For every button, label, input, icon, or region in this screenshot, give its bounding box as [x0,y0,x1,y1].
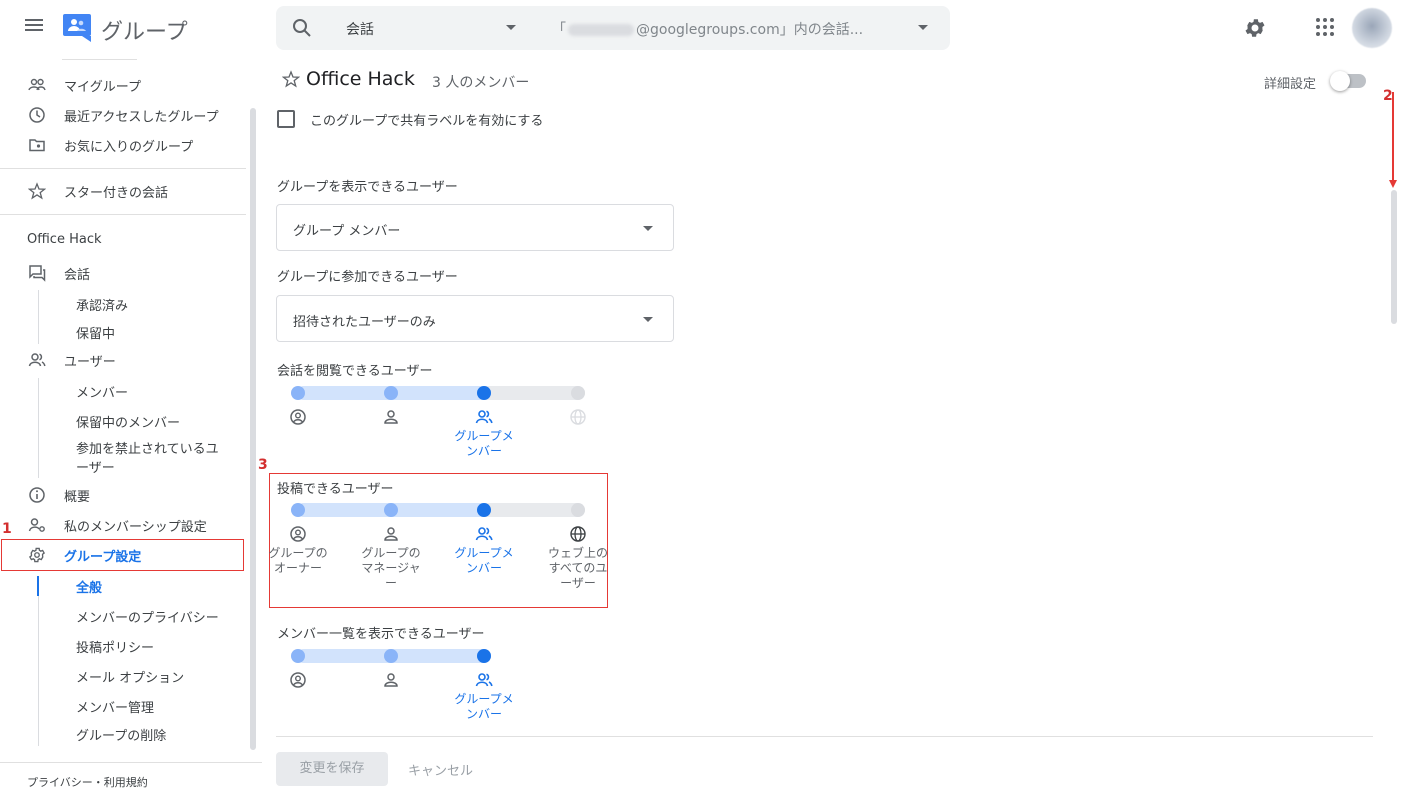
tree-line [38,290,39,344]
sidebar-divider [0,214,246,215]
who-can-join-select[interactable]: 招待されたユーザーのみ [276,295,674,342]
settings-gear-icon[interactable] [1243,16,1267,40]
option-label-web: ウェブ上のすべてのユーザー [548,546,609,590]
apps-grid-icon[interactable] [1316,18,1336,38]
manager-icon [384,673,398,687]
sidebar-subitem-member-privacy[interactable]: メンバーのプライバシー [76,607,219,626]
search-input[interactable]: 「@googlegroups.com」内の会話... [552,19,863,39]
select-value: 招待されたユーザーのみ [293,315,436,330]
member-count: 3 人のメンバー [432,75,530,91]
sidebar-item-label: 会話 [64,267,91,283]
advanced-settings-toggle[interactable] [1330,71,1366,91]
option-label-manager: グループのマネージャー [361,546,421,590]
sidebar-item-my-groups[interactable]: マイグループ [0,70,246,100]
search-bar[interactable]: 会話 「@googlegroups.com」内の会話... [276,6,950,50]
view-conversations-label: 会話を閲覧できるユーザー [277,364,433,379]
sidebar-divider [0,168,246,169]
sidebar-item-conversations[interactable]: 会話 [0,258,246,288]
option-label-owner: グループのオーナー [268,546,328,575]
slider-stop-manager[interactable] [384,503,398,517]
search-options-dropdown-icon[interactable] [918,25,928,30]
redacted-address [568,24,634,36]
privacy-terms-link[interactable]: プライバシー・利用規約 [27,774,148,790]
main-menu-icon[interactable] [22,16,46,40]
who-can-post-slider[interactable]: グループのオーナー グループのマネージャー グループメンバー ウェブ上のすべての… [0,497,620,597]
slider-stop-member[interactable] [477,649,491,663]
owner-icon [290,672,306,688]
shared-labels-label: このグループで共有ラベルを有効にする [310,114,544,129]
slider-stop-member[interactable] [477,386,491,400]
sidebar-top-divider [62,59,137,60]
who-can-see-label: グループを表示できるユーザー [277,180,458,195]
slider-stop-web[interactable] [571,503,585,517]
slider-stop-member[interactable] [477,503,491,517]
selected-option-label: グループメンバー [454,429,514,458]
slider-stop-owner[interactable] [291,386,305,400]
view-conversations-slider[interactable]: グループメンバー [0,380,620,480]
folder-star-icon [29,139,45,152]
slider-stop-manager[interactable] [384,649,398,663]
cancel-button[interactable]: キャンセル [408,760,473,779]
option-label-member: グループメンバー [454,546,514,575]
dropdown-caret-icon [643,317,653,322]
globe-icon [570,526,586,542]
members-icon [475,673,493,687]
owner-icon [290,409,306,425]
sidebar-item-label: お気に入りのグループ [64,139,194,155]
sidebar-item-label: スター付きの会話 [64,185,169,201]
star-outline-icon[interactable] [282,70,300,88]
app-title: グループ [101,20,188,45]
view-members-slider[interactable]: グループメンバー [0,643,620,743]
who-can-post-label: 投稿できるユーザー [277,482,394,497]
members-icon [475,527,493,541]
star-outline-icon [28,182,46,200]
sidebar-item-users[interactable]: ユーザー [0,345,246,375]
sidebar-item-label: マイグループ [64,79,141,95]
sidebar-item-label: 最近アクセスしたグループ [64,109,219,125]
sidebar-item-starred[interactable]: スター付きの会話 [0,176,246,206]
manager-icon [384,410,398,424]
sidebar-item-label: ユーザー [64,354,116,370]
group-title: Office Hack [306,68,415,90]
account-avatar[interactable] [1352,8,1392,48]
main-scrollbar[interactable] [1391,190,1397,324]
sidebar-divider [0,762,262,763]
owner-icon [290,526,306,542]
shared-labels-checkbox[interactable] [277,110,295,128]
who-can-see-select[interactable]: グループ メンバー [276,204,674,251]
people-icon [28,353,46,367]
groups-logo-icon [63,14,91,42]
scope-dropdown-icon[interactable] [506,25,516,30]
sidebar-item-recent[interactable]: 最近アクセスしたグループ [0,100,246,130]
clock-icon [29,107,45,123]
slider-stop-owner[interactable] [291,503,305,517]
sidebar-item-favorites[interactable]: お気に入りのグループ [0,130,246,160]
conversations-icon [29,265,46,282]
slider-stop-manager[interactable] [384,386,398,400]
advanced-settings-label: 詳細設定 [1264,77,1317,92]
slider-stop-owner[interactable] [291,649,305,663]
sidebar-subitem-approved[interactable]: 承認済み [76,295,128,314]
view-members-label: メンバー一覧を表示できるユーザー [277,627,485,642]
slider-stop-web[interactable] [571,386,585,400]
dropdown-caret-icon [643,226,653,231]
globe-icon [570,409,586,425]
manager-icon [384,527,398,541]
members-icon [475,410,493,424]
selected-option-label: グループメンバー [454,692,514,721]
search-scope-select[interactable]: 会話 [346,19,374,39]
select-value: グループ メンバー [293,224,401,239]
groups-icon [28,78,46,91]
save-changes-button[interactable]: 変更を保存 [276,752,388,786]
annotation-arrowhead-2 [1389,180,1397,188]
search-icon[interactable] [292,18,312,38]
who-can-join-label: グループに参加できるユーザー [277,270,458,285]
sidebar-group-heading: Office Hack [27,232,102,247]
annotation-arrow-2 [1392,92,1394,184]
footer-divider [276,736,1373,737]
sidebar-subitem-pending[interactable]: 保留中 [76,323,115,342]
